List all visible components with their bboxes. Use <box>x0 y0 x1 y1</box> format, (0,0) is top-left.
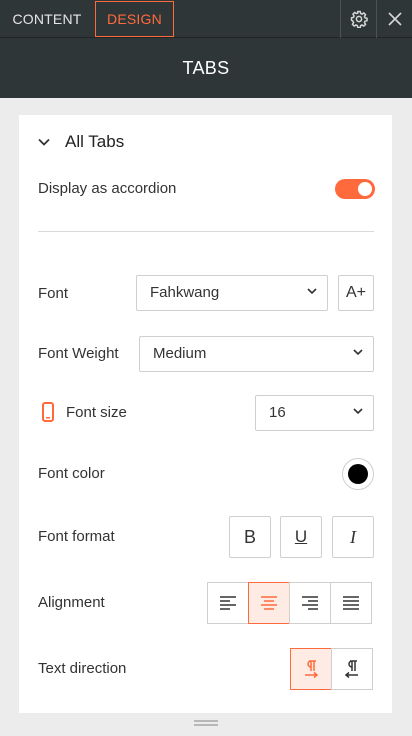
add-font-button[interactable]: A+ <box>338 275 374 311</box>
underline-label: U <box>294 527 308 546</box>
alignment-label: Alignment <box>38 594 105 611</box>
font-format-label: Font format <box>38 528 115 545</box>
font-weight-label: Font Weight <box>38 345 119 362</box>
font-label: Font <box>38 285 69 302</box>
chevron-down-icon <box>307 288 317 295</box>
align-justify-button[interactable] <box>330 582 372 624</box>
section-toggle[interactable]: All Tabs <box>38 132 124 152</box>
settings-button[interactable] <box>340 0 376 38</box>
color-dot <box>348 464 368 484</box>
alignment-group <box>207 582 372 624</box>
align-right-icon <box>302 596 318 610</box>
add-font-label: A+ <box>345 284 366 301</box>
align-left-icon <box>220 596 236 610</box>
align-justify-icon <box>343 596 359 610</box>
settings-card: All Tabs Display as accordion Font Fahkw… <box>19 115 392 713</box>
bold-label: B <box>243 526 256 547</box>
font-value: Fahkwang <box>150 284 220 301</box>
chevron-down-icon <box>353 408 363 415</box>
align-left-button[interactable] <box>207 582 249 624</box>
chevron-down-icon <box>353 349 363 356</box>
close-button[interactable] <box>376 0 412 38</box>
rtl-button[interactable] <box>331 648 373 690</box>
gear-icon <box>350 10 368 28</box>
accordion-label: Display as accordion <box>38 180 177 197</box>
font-size-label: Font size <box>66 404 127 421</box>
section-title: All Tabs <box>65 132 125 151</box>
font-color-label: Font color <box>38 465 105 482</box>
text-direction-group <box>290 648 373 690</box>
font-weight-value: Medium <box>153 345 207 362</box>
panel-header: TABS <box>0 38 412 98</box>
divider <box>38 231 374 232</box>
italic-button[interactable]: I <box>332 516 374 558</box>
font-size-value: 16 <box>269 404 286 421</box>
align-center-icon <box>261 596 277 610</box>
chevron-down-icon <box>38 138 50 146</box>
font-weight-select[interactable]: Medium <box>139 336 374 372</box>
top-tab-bar: CONTENT DESIGN <box>0 0 412 38</box>
toggle-knob <box>358 182 372 196</box>
align-right-button[interactable] <box>289 582 331 624</box>
bold-button[interactable]: B <box>229 516 271 558</box>
rtl-icon <box>344 660 358 679</box>
underline-button[interactable]: U <box>280 516 322 558</box>
tab-design[interactable]: DESIGN <box>95 1 174 37</box>
align-center-button[interactable] <box>248 582 290 624</box>
font-size-select[interactable]: 16 <box>255 395 374 431</box>
close-icon <box>387 12 402 26</box>
font-color-swatch[interactable] <box>342 458 374 490</box>
resize-handle[interactable] <box>194 720 218 726</box>
tab-content[interactable]: CONTENT <box>0 1 94 37</box>
font-select[interactable]: Fahkwang <box>136 275 328 311</box>
panel-title: TABS <box>182 58 230 78</box>
text-direction-label: Text direction <box>38 660 127 677</box>
ltr-icon <box>305 660 319 679</box>
italic-label: I <box>350 526 356 547</box>
ltr-button[interactable] <box>290 648 332 690</box>
mobile-icon[interactable] <box>42 402 54 422</box>
accordion-toggle[interactable] <box>335 179 375 199</box>
